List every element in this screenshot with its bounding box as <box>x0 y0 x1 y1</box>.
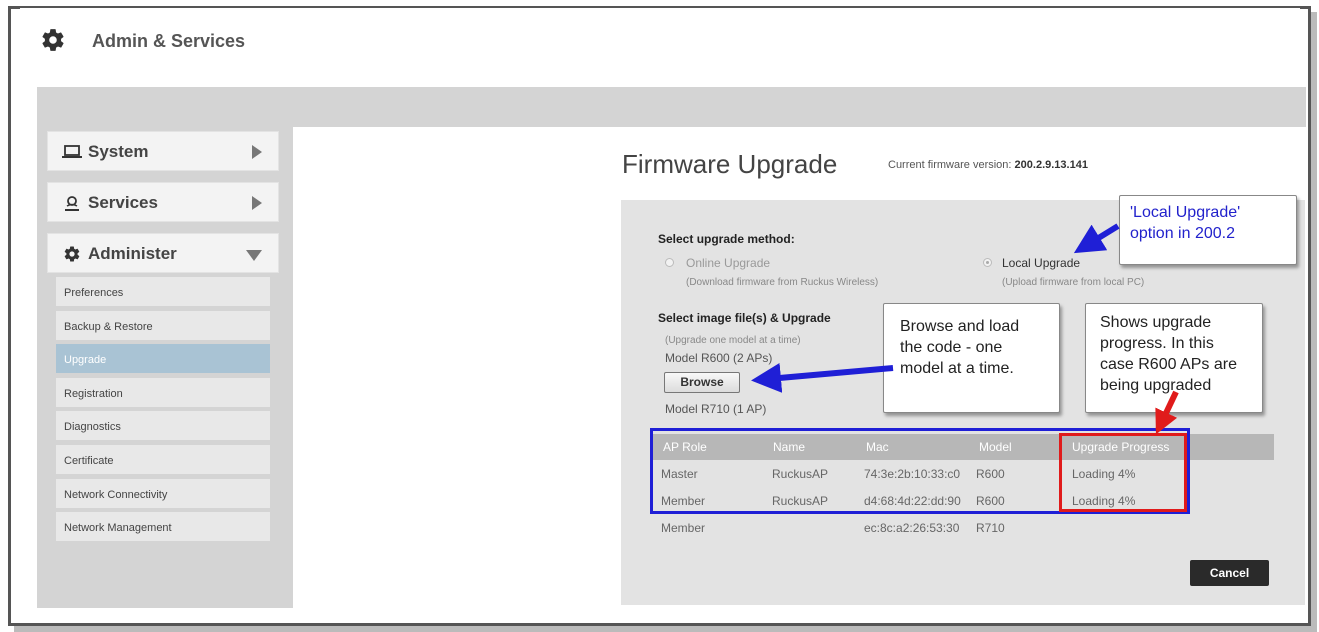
arrow-to-progress <box>1155 390 1179 435</box>
arrow-to-local-upgrade <box>1073 223 1120 254</box>
annotation-arrows <box>751 223 1179 435</box>
arrow-to-browse <box>751 362 894 393</box>
